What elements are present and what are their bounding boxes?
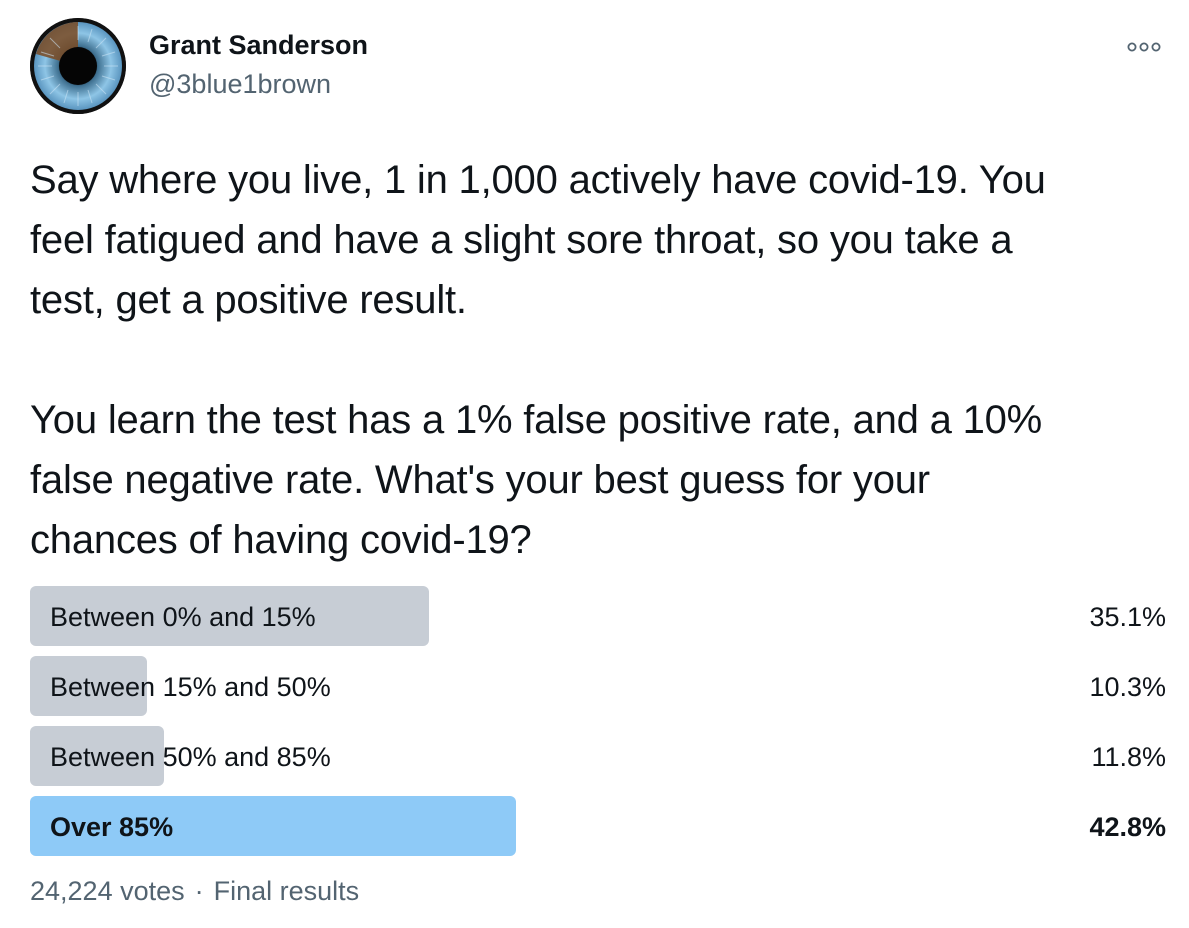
poll-option-label: Between 50% and 85% <box>50 742 331 772</box>
more-options-icon <box>1127 42 1161 52</box>
author-name[interactable]: Grant Sanderson <box>149 30 368 61</box>
poll-status: Final results <box>213 876 360 906</box>
poll-option[interactable]: Over 85% 42.8% <box>30 796 1166 856</box>
poll-option-percent: 11.8% <box>1091 742 1166 772</box>
poll-option-percent: 35.1% <box>1089 602 1166 632</box>
poll-option-percent: 42.8% <box>1089 812 1166 842</box>
poll-footer: 24,224 votes · Final results <box>30 876 359 907</box>
poll-option-label: Between 15% and 50% <box>50 672 331 702</box>
poll-vote-count: 24,224 votes <box>30 876 185 906</box>
poll-option[interactable]: Between 0% and 15% 35.1% <box>30 586 1166 646</box>
tweet-card: Grant Sanderson @3blue1brown Say where y… <box>0 0 1189 928</box>
poll-option[interactable]: Between 50% and 85% 11.8% <box>30 726 1166 786</box>
poll: Between 0% and 15% 35.1% Between 15% and… <box>30 586 1166 866</box>
poll-footer-separator: · <box>194 876 204 906</box>
more-options-button[interactable] <box>1122 34 1166 60</box>
tweet-paragraph: Say where you live, 1 in 1,000 actively … <box>30 158 1046 322</box>
author-avatar[interactable] <box>30 18 126 114</box>
poll-option-label: Over 85% <box>50 812 174 842</box>
poll-option-percent: 10.3% <box>1089 672 1166 702</box>
3blue1brown-eye-logo-icon <box>30 18 126 114</box>
poll-option[interactable]: Between 15% and 50% 10.3% <box>30 656 1166 716</box>
tweet-paragraph: You learn the test has a 1% false positi… <box>30 398 1043 562</box>
author-handle[interactable]: @3blue1brown <box>149 69 331 100</box>
poll-option-label: Between 0% and 15% <box>50 602 316 632</box>
tweet-text: Say where you live, 1 in 1,000 actively … <box>30 150 1170 570</box>
